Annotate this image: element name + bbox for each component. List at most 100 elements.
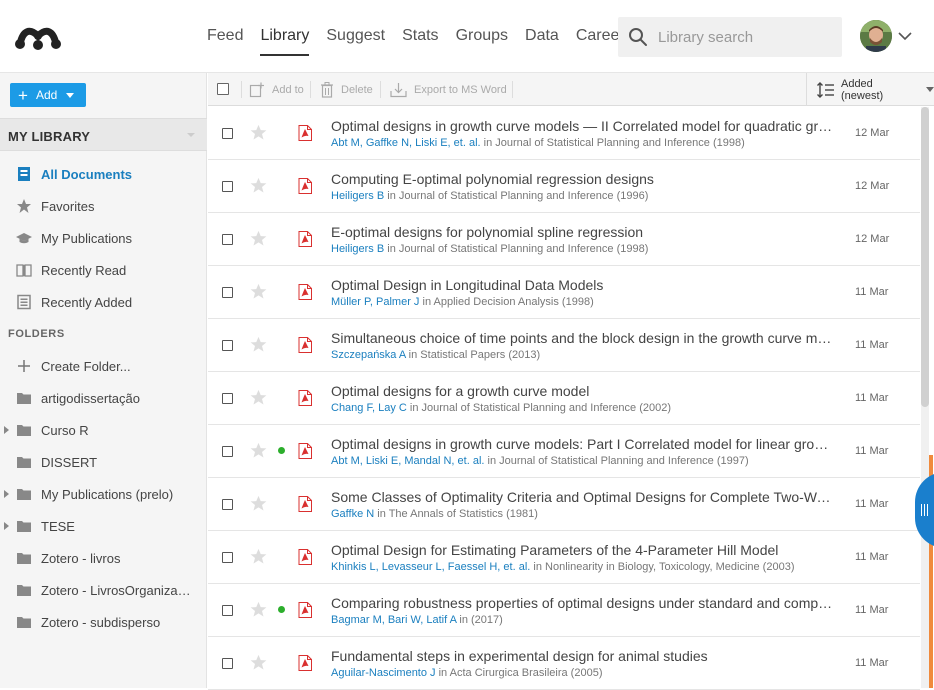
nav-item-stats[interactable]: Stats bbox=[402, 0, 438, 73]
expand-arrow-icon[interactable] bbox=[4, 490, 9, 498]
star-icon[interactable] bbox=[250, 601, 267, 618]
row-checkbox[interactable] bbox=[222, 446, 233, 457]
document-title[interactable]: E-optimal designs for polynomial spline … bbox=[331, 224, 833, 240]
nav-item-library[interactable]: Library bbox=[260, 0, 309, 73]
document-title[interactable]: Optimal Design for Estimating Parameters… bbox=[331, 542, 833, 558]
pdf-icon[interactable] bbox=[298, 284, 312, 300]
nav-item-data[interactable]: Data bbox=[525, 0, 559, 73]
row-checkbox[interactable] bbox=[222, 658, 233, 669]
row-checkbox[interactable] bbox=[222, 499, 233, 510]
star-icon[interactable] bbox=[250, 124, 267, 141]
search-input[interactable] bbox=[658, 17, 838, 57]
library-search[interactable] bbox=[618, 17, 842, 57]
table-row[interactable]: Fundamental steps in experimental design… bbox=[208, 637, 920, 690]
star-icon[interactable] bbox=[250, 283, 267, 300]
sidebar-item-favorites[interactable]: Favorites bbox=[0, 190, 206, 222]
document-authors[interactable]: Heiligers B bbox=[331, 190, 384, 202]
document-authors[interactable]: Chang F, Lay C bbox=[331, 402, 407, 414]
pdf-icon[interactable] bbox=[298, 549, 312, 565]
document-authors[interactable]: Abt M, Gaffke N, Liski E, et. al. bbox=[331, 137, 481, 149]
table-row[interactable]: Optimal Design for Estimating Parameters… bbox=[208, 531, 920, 584]
pdf-icon[interactable] bbox=[298, 602, 312, 618]
document-authors[interactable]: Aguilar-Nascimento J bbox=[331, 667, 436, 679]
document-authors[interactable]: Khinkis L, Levasseur L, Faessel H, et. a… bbox=[331, 561, 530, 573]
nav-item-groups[interactable]: Groups bbox=[456, 0, 508, 73]
document-authors[interactable]: Heiligers B bbox=[331, 243, 384, 255]
document-title[interactable]: Optimal Design in Longitudinal Data Mode… bbox=[331, 277, 833, 293]
scrollbar-thumb[interactable] bbox=[921, 107, 929, 407]
document-title[interactable]: Optimal designs in growth curve models —… bbox=[331, 118, 833, 134]
table-row[interactable]: Simultaneous choice of time points and t… bbox=[208, 319, 920, 372]
folder-item[interactable]: TESE bbox=[0, 510, 206, 542]
document-title[interactable]: Fundamental steps in experimental design… bbox=[331, 648, 833, 664]
avatar[interactable] bbox=[860, 20, 892, 52]
sidebar-item-my-publications[interactable]: My Publications bbox=[0, 222, 206, 254]
folder-item[interactable]: My Publications (prelo) bbox=[0, 478, 206, 510]
document-title[interactable]: Comparing robustness properties of optim… bbox=[331, 595, 833, 611]
add-button[interactable]: + Add bbox=[10, 83, 86, 107]
row-checkbox[interactable] bbox=[222, 287, 233, 298]
table-row[interactable]: Optimal designs in growth curve models —… bbox=[208, 107, 920, 160]
folder-item[interactable]: artigodissertação bbox=[0, 382, 206, 414]
row-checkbox[interactable] bbox=[222, 340, 233, 351]
nav-item-suggest[interactable]: Suggest bbox=[326, 0, 385, 73]
row-checkbox[interactable] bbox=[222, 552, 233, 563]
sort-dropdown[interactable]: Added (newest) bbox=[806, 73, 934, 106]
row-checkbox[interactable] bbox=[222, 393, 233, 404]
table-row[interactable]: Comparing robustness properties of optim… bbox=[208, 584, 920, 637]
pdf-icon[interactable] bbox=[298, 231, 312, 247]
star-icon[interactable] bbox=[250, 495, 267, 512]
sidebar-item-recently-read[interactable]: Recently Read bbox=[0, 254, 206, 286]
folder-item[interactable]: Zotero - subdisperso bbox=[0, 606, 206, 638]
table-row[interactable]: Optimal Design in Longitudinal Data Mode… bbox=[208, 266, 920, 319]
pdf-icon[interactable] bbox=[298, 443, 312, 459]
document-authors[interactable]: Bagmar M, Bari W, Latif A bbox=[331, 614, 456, 626]
row-checkbox[interactable] bbox=[222, 605, 233, 616]
nav-item-feed[interactable]: Feed bbox=[207, 0, 243, 73]
pdf-icon[interactable] bbox=[298, 337, 312, 353]
folder-item[interactable]: DISSERT bbox=[0, 446, 206, 478]
star-icon[interactable] bbox=[250, 548, 267, 565]
chevron-down-icon[interactable] bbox=[897, 30, 913, 42]
pdf-icon[interactable] bbox=[298, 655, 312, 671]
add-to-button[interactable]: Add to bbox=[249, 73, 304, 106]
select-all-checkbox[interactable] bbox=[217, 83, 229, 95]
document-title[interactable]: Simultaneous choice of time points and t… bbox=[331, 330, 833, 346]
create-folder-button[interactable]: Create Folder... bbox=[0, 350, 206, 382]
star-icon[interactable] bbox=[250, 177, 267, 194]
star-icon[interactable] bbox=[250, 230, 267, 247]
sidebar-item-recently-added[interactable]: Recently Added bbox=[0, 286, 206, 318]
table-row[interactable]: Optimal designs for a growth curve model… bbox=[208, 372, 920, 425]
table-row[interactable]: E-optimal designs for polynomial spline … bbox=[208, 213, 920, 266]
export-button[interactable]: Export to MS Word bbox=[390, 73, 507, 106]
star-icon[interactable] bbox=[250, 389, 267, 406]
pdf-icon[interactable] bbox=[298, 496, 312, 512]
folder-item[interactable]: Curso R bbox=[0, 414, 206, 446]
folder-item[interactable]: Zotero - livros bbox=[0, 542, 206, 574]
sidebar-item-all-documents[interactable]: All Documents bbox=[0, 158, 206, 190]
mendeley-logo[interactable] bbox=[15, 24, 61, 50]
document-title[interactable]: Optimal designs for a growth curve model bbox=[331, 383, 833, 399]
expand-arrow-icon[interactable] bbox=[4, 522, 9, 530]
document-authors[interactable]: Gaffke N bbox=[331, 508, 374, 520]
expand-arrow-icon[interactable] bbox=[4, 426, 9, 434]
pdf-icon[interactable] bbox=[298, 125, 312, 141]
document-authors[interactable]: Szczepańska A bbox=[331, 349, 406, 361]
row-checkbox[interactable] bbox=[222, 181, 233, 192]
document-title[interactable]: Some Classes of Optimality Criteria and … bbox=[331, 489, 833, 505]
pdf-icon[interactable] bbox=[298, 390, 312, 406]
document-authors[interactable]: Müller P, Palmer J bbox=[331, 296, 419, 308]
delete-button[interactable]: Delete bbox=[320, 73, 373, 106]
star-icon[interactable] bbox=[250, 336, 267, 353]
row-checkbox[interactable] bbox=[222, 128, 233, 139]
table-row[interactable]: Computing E-optimal polynomial regressio… bbox=[208, 160, 920, 213]
star-icon[interactable] bbox=[250, 442, 267, 459]
pdf-icon[interactable] bbox=[298, 178, 312, 194]
row-checkbox[interactable] bbox=[222, 234, 233, 245]
document-title[interactable]: Computing E-optimal polynomial regressio… bbox=[331, 171, 833, 187]
star-icon[interactable] bbox=[250, 654, 267, 671]
document-title[interactable]: Optimal designs in growth curve models: … bbox=[331, 436, 833, 452]
table-row[interactable]: Optimal designs in growth curve models: … bbox=[208, 425, 920, 478]
folder-item[interactable]: Zotero - LivrosOrganizados bbox=[0, 574, 206, 606]
my-library-header[interactable]: MY LIBRARY bbox=[0, 118, 207, 151]
